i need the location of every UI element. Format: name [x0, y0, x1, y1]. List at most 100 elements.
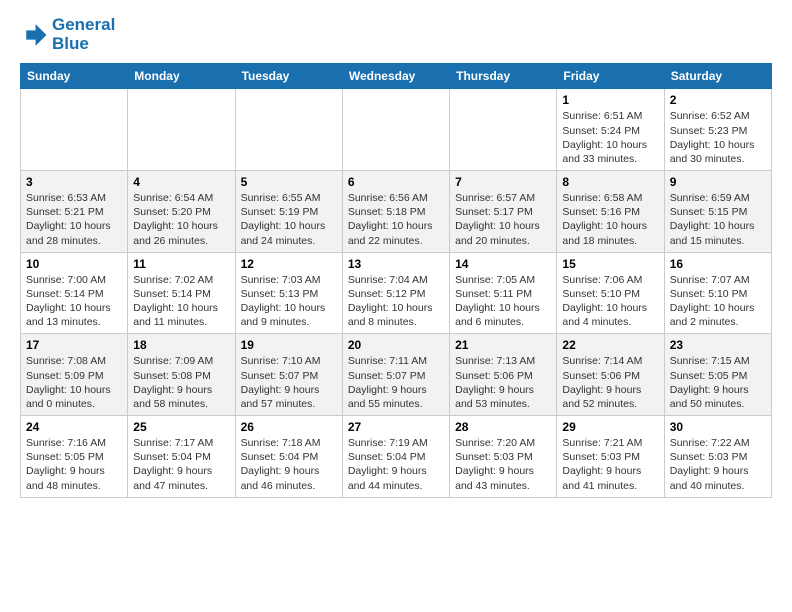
day-number: 27	[348, 420, 444, 434]
day-info: Sunrise: 7:20 AMSunset: 5:03 PMDaylight:…	[455, 436, 551, 493]
day-number: 30	[670, 420, 766, 434]
day-cell: 25 Sunrise: 7:17 AMSunset: 5:04 PMDayligh…	[128, 416, 235, 498]
day-number: 26	[241, 420, 337, 434]
day-info: Sunrise: 7:08 AMSunset: 5:09 PMDaylight:…	[26, 354, 122, 411]
day-info: Sunrise: 6:57 AMSunset: 5:17 PMDaylight:…	[455, 191, 551, 248]
day-cell: 18 Sunrise: 7:09 AMSunset: 5:08 PMDayligh…	[128, 334, 235, 416]
day-cell: 13Sunrise: 7:04 AMSunset: 5:12 PMDayligh…	[342, 252, 449, 334]
day-cell: 17 Sunrise: 7:08 AMSunset: 5:09 PMDayligh…	[21, 334, 128, 416]
day-cell	[128, 89, 235, 171]
day-number: 16	[670, 257, 766, 271]
day-info: Sunrise: 7:18 AMSunset: 5:04 PMDaylight:…	[241, 436, 337, 493]
day-cell: 28 Sunrise: 7:20 AMSunset: 5:03 PMDayligh…	[450, 416, 557, 498]
weekday-header-monday: Monday	[128, 64, 235, 89]
day-cell: 5 Sunrise: 6:55 AMSunset: 5:19 PMDaylight…	[235, 171, 342, 253]
day-cell: 11 Sunrise: 7:02 AMSunset: 5:14 PMDayligh…	[128, 252, 235, 334]
day-cell: 20 Sunrise: 7:11 AMSunset: 5:07 PMDayligh…	[342, 334, 449, 416]
day-number: 19	[241, 338, 337, 352]
day-number: 1	[562, 93, 658, 107]
day-info: Sunrise: 7:07 AMSunset: 5:10 PMDaylight:…	[670, 273, 766, 330]
day-cell: 12 Sunrise: 7:03 AMSunset: 5:13 PMDayligh…	[235, 252, 342, 334]
day-info: Sunrise: 6:59 AMSunset: 5:15 PMDaylight:…	[670, 191, 766, 248]
day-cell: 26 Sunrise: 7:18 AMSunset: 5:04 PMDayligh…	[235, 416, 342, 498]
day-info: Sunrise: 7:21 AMSunset: 5:03 PMDaylight:…	[562, 436, 658, 493]
day-number: 24	[26, 420, 122, 434]
day-number: 6	[348, 175, 444, 189]
calendar-page: General Blue SundayMondayTuesdayWednesda…	[0, 0, 792, 514]
day-number: 17	[26, 338, 122, 352]
day-number: 11	[133, 257, 229, 271]
day-number: 10	[26, 257, 122, 271]
day-cell: 4 Sunrise: 6:54 AMSunset: 5:20 PMDaylight…	[128, 171, 235, 253]
day-number: 5	[241, 175, 337, 189]
day-info: Sunrise: 7:02 AMSunset: 5:14 PMDaylight:…	[133, 273, 229, 330]
week-row-1: 1 Sunrise: 6:51 AMSunset: 5:24 PMDaylight…	[21, 89, 772, 171]
day-number: 28	[455, 420, 551, 434]
day-info: Sunrise: 6:58 AMSunset: 5:16 PMDaylight:…	[562, 191, 658, 248]
calendar-table: SundayMondayTuesdayWednesdayThursdayFrid…	[20, 63, 772, 497]
day-number: 9	[670, 175, 766, 189]
day-cell: 23Sunrise: 7:15 AMSunset: 5:05 PMDayligh…	[664, 334, 771, 416]
day-cell	[450, 89, 557, 171]
day-info: Sunrise: 6:56 AMSunset: 5:18 PMDaylight:…	[348, 191, 444, 248]
day-cell: 2 Sunrise: 6:52 AMSunset: 5:23 PMDaylight…	[664, 89, 771, 171]
weekday-header-friday: Friday	[557, 64, 664, 89]
header: General Blue	[20, 16, 772, 53]
day-cell: 24Sunrise: 7:16 AMSunset: 5:05 PMDayligh…	[21, 416, 128, 498]
day-number: 20	[348, 338, 444, 352]
day-number: 4	[133, 175, 229, 189]
day-number: 12	[241, 257, 337, 271]
day-info: Sunrise: 6:52 AMSunset: 5:23 PMDaylight:…	[670, 109, 766, 166]
logo: General Blue	[20, 16, 115, 53]
day-cell: 29 Sunrise: 7:21 AMSunset: 5:03 PMDayligh…	[557, 416, 664, 498]
day-number: 21	[455, 338, 551, 352]
day-cell: 14Sunrise: 7:05 AMSunset: 5:11 PMDayligh…	[450, 252, 557, 334]
day-info: Sunrise: 7:17 AMSunset: 5:04 PMDaylight:…	[133, 436, 229, 493]
day-cell: 10 Sunrise: 7:00 AMSunset: 5:14 PMDayligh…	[21, 252, 128, 334]
day-cell: 6 Sunrise: 6:56 AMSunset: 5:18 PMDaylight…	[342, 171, 449, 253]
day-number: 18	[133, 338, 229, 352]
day-number: 2	[670, 93, 766, 107]
day-info: Sunrise: 7:00 AMSunset: 5:14 PMDaylight:…	[26, 273, 122, 330]
day-cell: 7 Sunrise: 6:57 AMSunset: 5:17 PMDaylight…	[450, 171, 557, 253]
week-row-5: 24Sunrise: 7:16 AMSunset: 5:05 PMDayligh…	[21, 416, 772, 498]
week-row-2: 3 Sunrise: 6:53 AMSunset: 5:21 PMDaylight…	[21, 171, 772, 253]
day-cell: 1 Sunrise: 6:51 AMSunset: 5:24 PMDaylight…	[557, 89, 664, 171]
logo-text: General Blue	[52, 16, 115, 53]
day-info: Sunrise: 7:11 AMSunset: 5:07 PMDaylight:…	[348, 354, 444, 411]
day-info: Sunrise: 6:53 AMSunset: 5:21 PMDaylight:…	[26, 191, 122, 248]
weekday-header-sunday: Sunday	[21, 64, 128, 89]
day-info: Sunrise: 6:55 AMSunset: 5:19 PMDaylight:…	[241, 191, 337, 248]
day-info: Sunrise: 6:51 AMSunset: 5:24 PMDaylight:…	[562, 109, 658, 166]
day-info: Sunrise: 7:04 AMSunset: 5:12 PMDaylight:…	[348, 273, 444, 330]
day-info: Sunrise: 7:06 AMSunset: 5:10 PMDaylight:…	[562, 273, 658, 330]
day-cell: 3 Sunrise: 6:53 AMSunset: 5:21 PMDaylight…	[21, 171, 128, 253]
day-info: Sunrise: 7:14 AMSunset: 5:06 PMDaylight:…	[562, 354, 658, 411]
day-number: 3	[26, 175, 122, 189]
day-cell: 15 Sunrise: 7:06 AMSunset: 5:10 PMDayligh…	[557, 252, 664, 334]
day-info: Sunrise: 7:22 AMSunset: 5:03 PMDaylight:…	[670, 436, 766, 493]
day-number: 25	[133, 420, 229, 434]
day-info: Sunrise: 7:09 AMSunset: 5:08 PMDaylight:…	[133, 354, 229, 411]
day-cell: 27 Sunrise: 7:19 AMSunset: 5:04 PMDayligh…	[342, 416, 449, 498]
day-cell: 8Sunrise: 6:58 AMSunset: 5:16 PMDaylight…	[557, 171, 664, 253]
day-info: Sunrise: 6:54 AMSunset: 5:20 PMDaylight:…	[133, 191, 229, 248]
day-cell: 16 Sunrise: 7:07 AMSunset: 5:10 PMDayligh…	[664, 252, 771, 334]
day-cell: 30 Sunrise: 7:22 AMSunset: 5:03 PMDayligh…	[664, 416, 771, 498]
day-info: Sunrise: 7:03 AMSunset: 5:13 PMDaylight:…	[241, 273, 337, 330]
day-info: Sunrise: 7:19 AMSunset: 5:04 PMDaylight:…	[348, 436, 444, 493]
day-cell: 19 Sunrise: 7:10 AMSunset: 5:07 PMDayligh…	[235, 334, 342, 416]
weekday-header-wednesday: Wednesday	[342, 64, 449, 89]
day-cell	[342, 89, 449, 171]
day-cell: 9 Sunrise: 6:59 AMSunset: 5:15 PMDaylight…	[664, 171, 771, 253]
logo-icon	[20, 21, 48, 49]
day-number: 14	[455, 257, 551, 271]
day-cell	[21, 89, 128, 171]
day-info: Sunrise: 7:10 AMSunset: 5:07 PMDaylight:…	[241, 354, 337, 411]
day-number: 23	[670, 338, 766, 352]
day-number: 29	[562, 420, 658, 434]
week-row-3: 10 Sunrise: 7:00 AMSunset: 5:14 PMDayligh…	[21, 252, 772, 334]
day-cell: 22Sunrise: 7:14 AMSunset: 5:06 PMDayligh…	[557, 334, 664, 416]
day-number: 15	[562, 257, 658, 271]
day-number: 7	[455, 175, 551, 189]
